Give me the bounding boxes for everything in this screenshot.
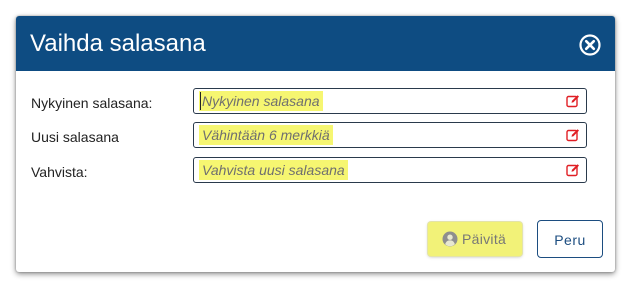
- edit-icon: [566, 129, 579, 142]
- close-icon[interactable]: [579, 34, 601, 56]
- new-password-input[interactable]: [194, 123, 586, 147]
- current-password-label: Nykyinen salasana:: [31, 95, 153, 111]
- confirm-password-input[interactable]: [194, 158, 586, 182]
- current-password-field: Nykyinen salasana: [193, 88, 587, 114]
- new-password-field: Vähintään 6 merkkiä: [193, 122, 587, 148]
- edit-icon: [566, 164, 579, 177]
- new-password-label: Uusi salasana: [31, 129, 119, 145]
- cancel-button-label: Peru: [554, 232, 586, 248]
- update-button[interactable]: Päivitä: [428, 222, 522, 256]
- confirm-password-label: Vahvista:: [31, 164, 88, 180]
- change-password-dialog: Vaihda salasana Nykyinen salasana: Nykyi…: [16, 16, 615, 272]
- update-button-label: Päivitä: [462, 231, 507, 247]
- user-icon: [442, 231, 458, 247]
- current-password-input[interactable]: [194, 89, 586, 113]
- edit-icon: [566, 95, 579, 108]
- dialog-title: Vaihda salasana: [30, 30, 206, 57]
- dialog-header: Vaihda salasana: [16, 16, 615, 71]
- cancel-button[interactable]: Peru: [537, 220, 603, 258]
- text-cursor: [200, 92, 201, 110]
- confirm-password-field: Vahvista uusi salasana: [193, 157, 587, 183]
